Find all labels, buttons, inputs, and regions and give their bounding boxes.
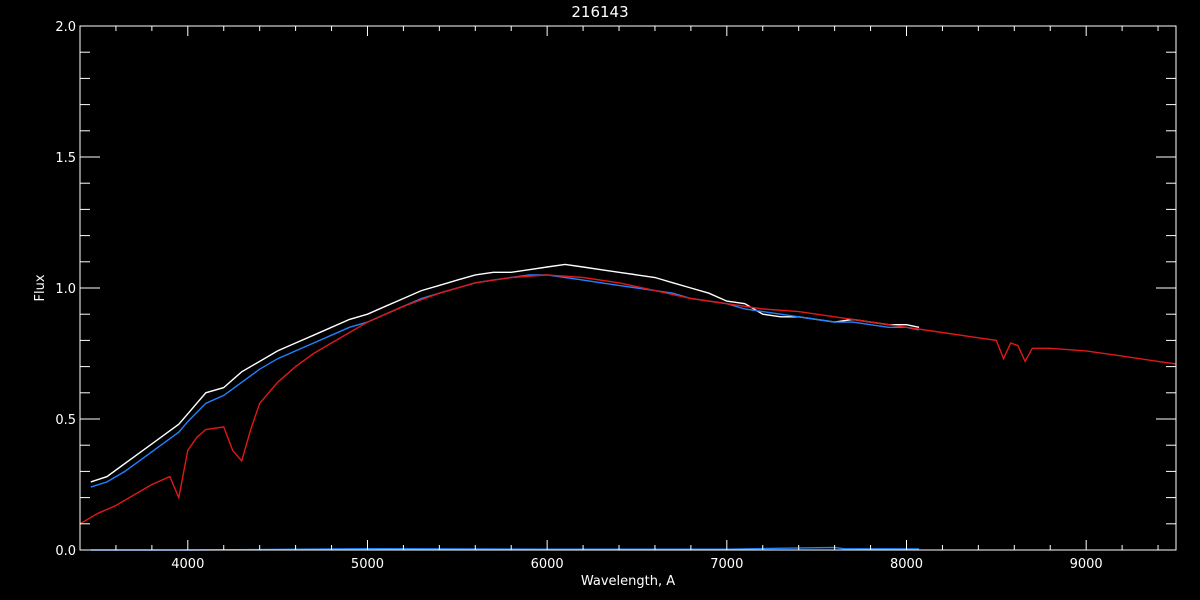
x-tick-label: 8000 [890, 557, 923, 572]
y-axis-title: Flux [33, 274, 48, 301]
y-tick-label: 0.0 [55, 544, 76, 559]
x-tick-label: 4000 [171, 557, 204, 572]
y-tick-label: 0.5 [55, 413, 76, 428]
y-tick-label: 1.5 [55, 151, 76, 166]
chart-title: 216143 [571, 3, 628, 21]
x-tick-label: 9000 [1070, 557, 1103, 572]
spectrum-chart: 216143 4000 5000 6000 7000 8000 9000 0.0 0.5 1.… [0, 0, 1200, 600]
x-axis-title: Wavelength, A [581, 574, 675, 589]
chart-background [0, 0, 1200, 600]
x-tick-label: 7000 [710, 557, 743, 572]
y-tick-label: 1.0 [55, 282, 76, 297]
x-tick-label: 6000 [531, 557, 564, 572]
x-tick-label: 5000 [351, 557, 384, 572]
y-tick-label: 2.0 [55, 20, 76, 35]
